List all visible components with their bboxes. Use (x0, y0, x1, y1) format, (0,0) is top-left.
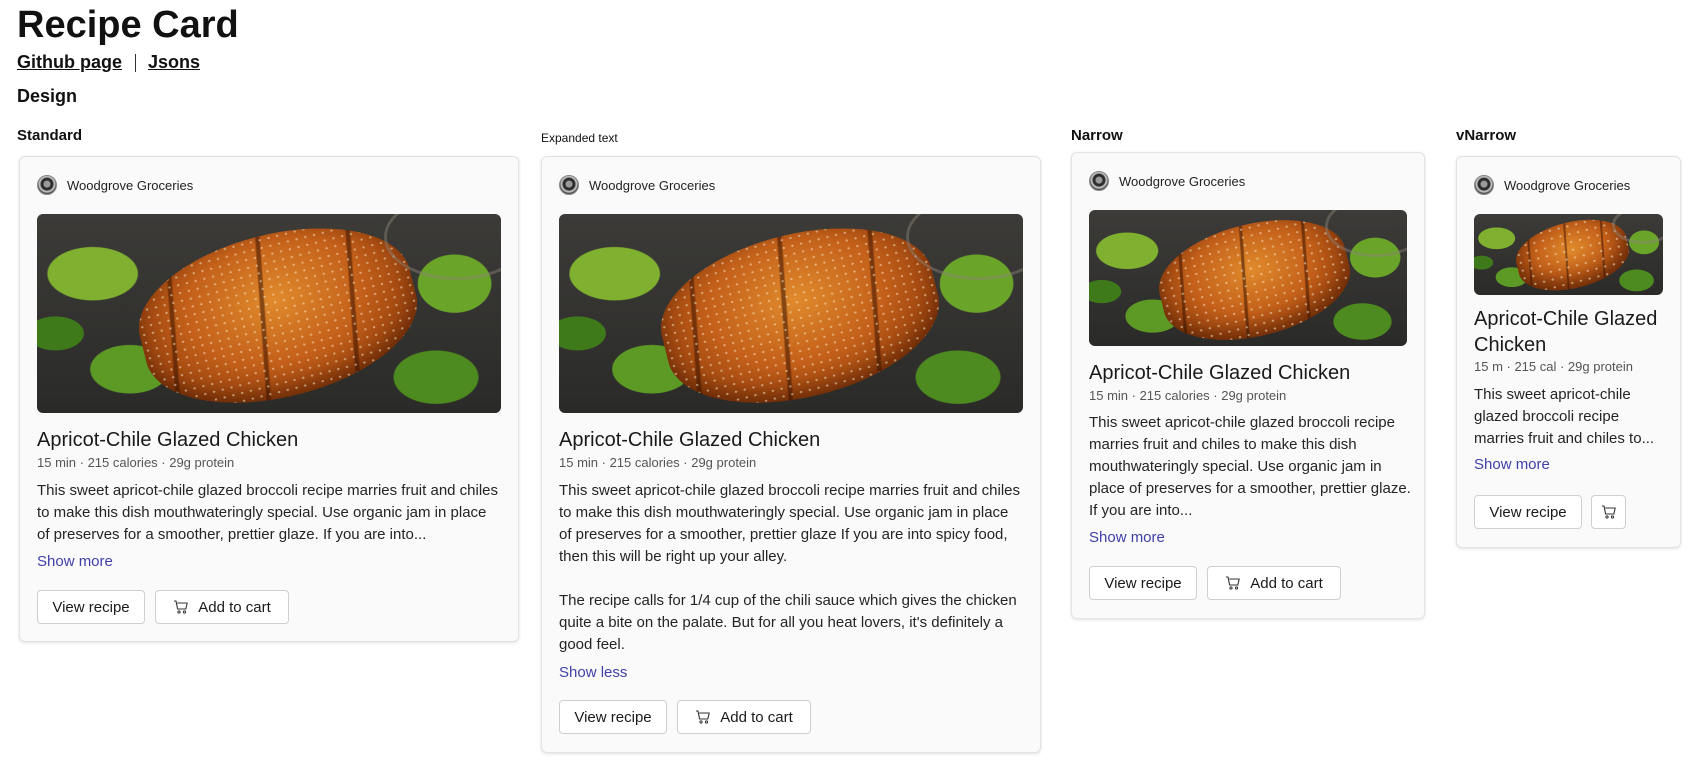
recipe-image (1474, 214, 1663, 295)
recipe-meta: 15 min · 215 calories · 29g protein (1089, 388, 1287, 403)
recipe-description: This sweet apricot-chile glazed broccoli… (1089, 414, 1411, 519)
recipe-meta: 15 m · 215 cal · 29g protein (1474, 359, 1633, 374)
brand-logo-icon (559, 175, 579, 195)
github-page-link[interactable]: Github page (17, 52, 122, 73)
brand-name: Woodgrove Groceries (589, 177, 716, 193)
page: Recipe Card Github page Jsons Design Sta… (0, 0, 1697, 765)
description-paragraph-2: The recipe calls for 1/4 cup of the chil… (559, 592, 1017, 653)
add-to-cart-label: Add to cart (1250, 574, 1323, 592)
add-to-cart-label: Add to cart (198, 598, 271, 616)
show-more-link[interactable]: Show more (1474, 456, 1550, 473)
section-title: Design (17, 86, 78, 106)
brand: Woodgrove Groceries (1089, 171, 1245, 191)
jsons-link[interactable]: Jsons (148, 52, 200, 73)
recipe-description: This sweet apricot-chile glazed broccoli… (37, 482, 499, 543)
description-paragraph-1: This sweet apricot-chile glazed broccoli… (559, 482, 1021, 565)
view-recipe-button[interactable]: View recipe (37, 590, 145, 624)
recipe-card-standard: Woodgrove Groceries Apricot-Chile Glazed… (19, 156, 519, 642)
show-more-link[interactable]: Show more (1089, 529, 1165, 546)
recipe-meta: 15 min · 215 calories · 29g protein (37, 455, 235, 470)
column-label-vnarrow: vNarrow (1456, 127, 1517, 144)
show-less-link[interactable]: Show less (559, 664, 627, 681)
recipe-image (37, 214, 501, 413)
brand-logo-icon (1474, 175, 1494, 195)
column-label-standard: Standard (17, 127, 83, 144)
recipe-card-expanded: Woodgrove Groceries Apricot-Chile Glazed… (541, 156, 1041, 753)
add-to-cart-icon-button[interactable] (1591, 495, 1626, 529)
header-links: Github page Jsons (17, 52, 200, 73)
recipe-description: This sweet apricot-chile glazed broccoli… (1474, 386, 1655, 447)
column-label-narrow: Narrow (1071, 127, 1123, 144)
recipe-image (559, 214, 1023, 413)
cart-icon (695, 709, 711, 725)
recipe-meta: 15 min · 215 calories · 29g protein (559, 455, 757, 470)
show-more-link[interactable]: Show more (37, 553, 113, 570)
recipe-card-vnarrow: Woodgrove Groceries Apricot-Chile Glazed… (1456, 156, 1681, 548)
brand-name: Woodgrove Groceries (1504, 177, 1631, 193)
recipe-title: Apricot-Chile Glazed Chicken (1474, 308, 1658, 356)
cart-icon (1601, 504, 1617, 520)
recipe-description: This sweet apricot-chile glazed broccoli… (559, 480, 1025, 656)
link-separator (135, 53, 136, 72)
recipe-title: Apricot-Chile Glazed Chicken (37, 429, 299, 451)
recipe-image (1089, 210, 1407, 346)
brand-logo-icon (37, 175, 57, 195)
recipe-card-narrow: Woodgrove Groceries Apricot-Chile Glazed… (1071, 152, 1425, 619)
column-label-expanded-text: Expanded text (541, 131, 618, 145)
brand-name: Woodgrove Groceries (67, 177, 194, 193)
brand: Woodgrove Groceries (37, 175, 193, 195)
view-recipe-button[interactable]: View recipe (1089, 566, 1197, 600)
cart-icon (173, 599, 189, 615)
add-to-cart-button[interactable]: Add to cart (1207, 566, 1341, 600)
brand: Woodgrove Groceries (559, 175, 715, 195)
view-recipe-button[interactable]: View recipe (559, 700, 667, 734)
add-to-cart-button[interactable]: Add to cart (677, 700, 811, 734)
cart-icon (1225, 575, 1241, 591)
view-recipe-button[interactable]: View recipe (1474, 495, 1582, 529)
recipe-title: Apricot-Chile Glazed Chicken (1089, 362, 1351, 384)
add-to-cart-label: Add to cart (720, 708, 793, 726)
brand-name: Woodgrove Groceries (1119, 173, 1246, 189)
brand-logo-icon (1089, 171, 1109, 191)
page-title: Recipe Card (17, 4, 239, 46)
add-to-cart-button[interactable]: Add to cart (155, 590, 289, 624)
recipe-title: Apricot-Chile Glazed Chicken (559, 429, 821, 451)
brand: Woodgrove Groceries (1474, 175, 1630, 195)
